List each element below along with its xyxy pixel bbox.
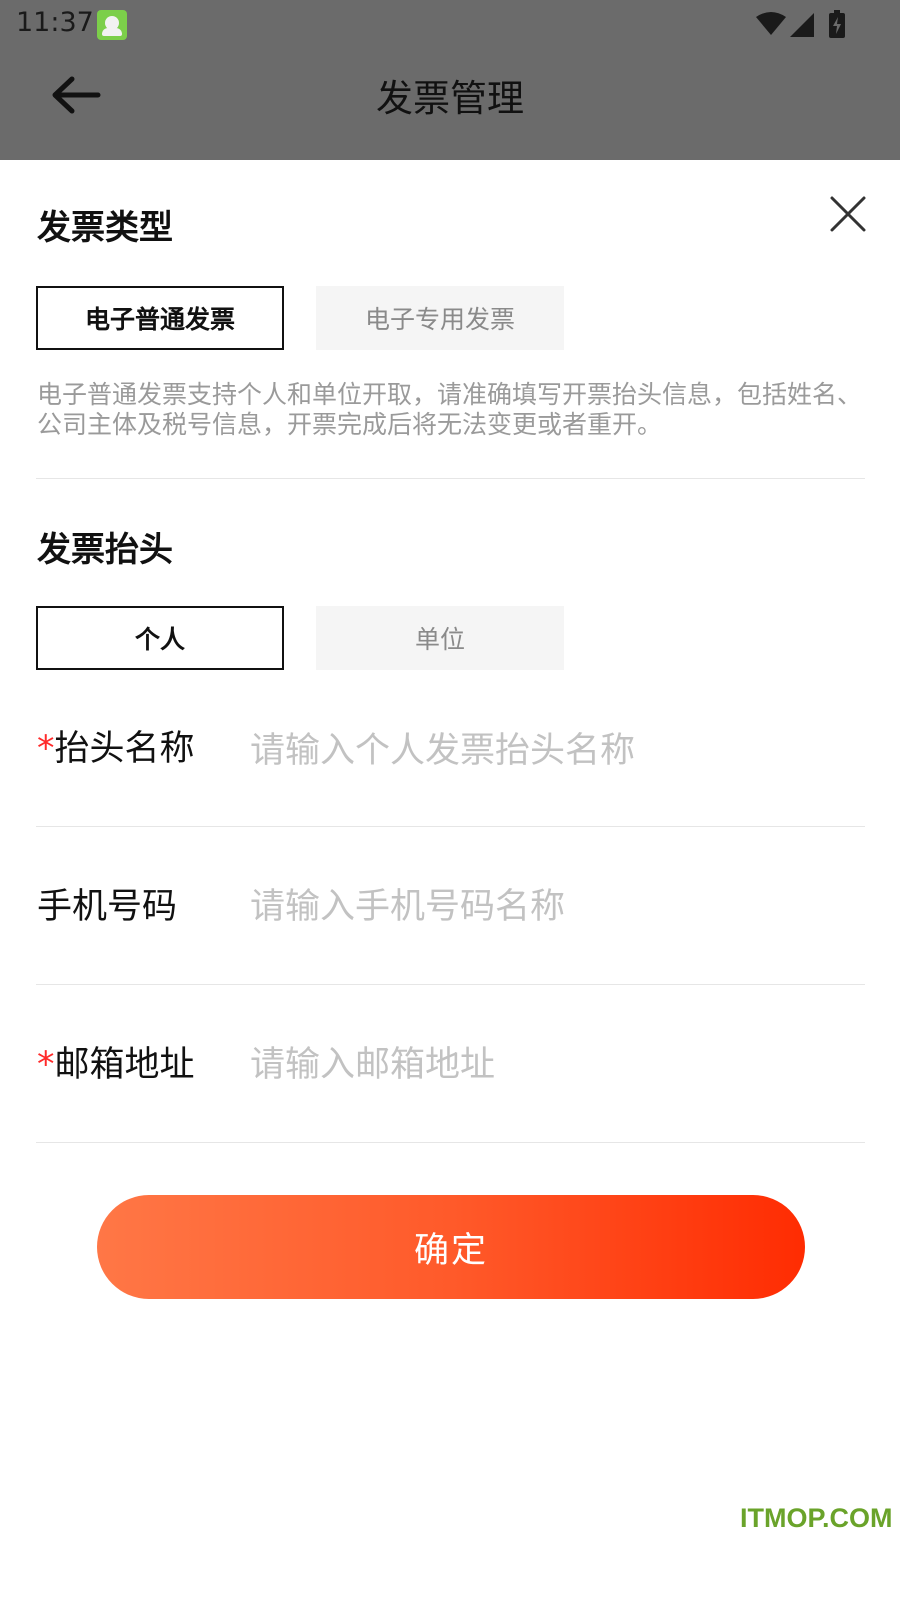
invoice-type-description: 电子普通发票支持个人和单位开取，请准确填写开票抬头信息，包括姓名、公司主体及税号…: [37, 380, 863, 439]
required-mark: *: [37, 1045, 55, 1085]
invoice-type-option-electronic-special[interactable]: 电子专用发票: [316, 286, 564, 350]
email-label: *邮箱地址: [37, 1036, 195, 1087]
option-label: 电子专用发票: [364, 305, 515, 334]
page-title: 发票管理: [376, 77, 524, 120]
confirm-button[interactable]: 确定: [97, 1195, 805, 1299]
app-notification-icon: [97, 10, 127, 40]
confirm-button-label: 确定: [413, 1230, 488, 1271]
divider: [36, 478, 865, 479]
option-label: 单位: [414, 625, 465, 654]
header-name-label: *抬头名称: [37, 720, 195, 771]
divider: [36, 826, 865, 827]
phone-number-input[interactable]: [250, 882, 850, 932]
option-label: 个人: [134, 625, 185, 654]
field-label-text: 抬头名称: [54, 729, 195, 769]
invoice-type-option-electronic-normal[interactable]: 电子普通发票: [36, 286, 284, 350]
status-bar: 11:37: [0, 0, 900, 48]
field-label-text: 手机号码: [37, 887, 178, 927]
invoice-header-title: 发票抬头: [37, 530, 173, 570]
close-icon[interactable]: [828, 194, 868, 234]
email-input[interactable]: [250, 1040, 850, 1090]
divider: [36, 984, 865, 985]
required-mark: *: [37, 729, 55, 769]
divider: [36, 1142, 865, 1143]
phone-number-label: 手机号码: [37, 878, 177, 929]
signal-icon: [790, 13, 814, 37]
invoice-bottom-sheet: 发票类型 电子普通发票 电子专用发票 电子普通发票支持个人和单位开取，请准确填写…: [0, 160, 900, 1600]
battery-charging-icon: [829, 10, 845, 38]
invoice-type-title: 发票类型: [37, 208, 173, 248]
invoice-header-option-personal[interactable]: 个人: [36, 606, 284, 670]
status-time: 11:37: [16, 7, 94, 38]
wifi-icon: [756, 12, 786, 35]
field-label-text: 邮箱地址: [54, 1045, 195, 1085]
title-bar: 发票管理: [0, 48, 900, 160]
header-name-input[interactable]: [250, 726, 850, 776]
watermark-logo: ITMOP.COM: [740, 1503, 893, 1533]
option-label: 电子普通发票: [84, 305, 235, 334]
invoice-header-option-company[interactable]: 单位: [316, 606, 564, 670]
